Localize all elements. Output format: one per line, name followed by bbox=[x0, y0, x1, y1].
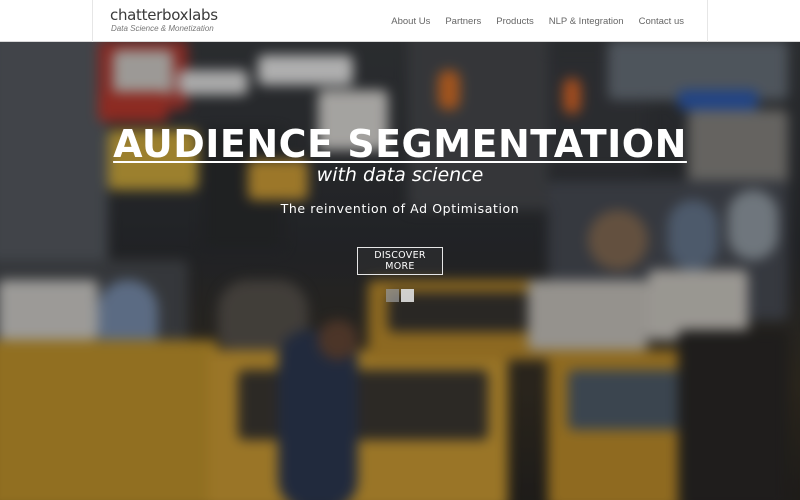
hero-banner: AUDIENCE SEGMENTATION with data science … bbox=[0, 42, 800, 500]
brand-tagline: Data Science & Monetization bbox=[111, 24, 214, 33]
hero-headline: AUDIENCE SEGMENTATION bbox=[113, 122, 687, 166]
nav-nlp-integration[interactable]: NLP & Integration bbox=[549, 16, 624, 27]
brand-name[interactable]: chatterboxlabs bbox=[110, 6, 218, 24]
site-header: chatterboxlabs Data Science & Monetizati… bbox=[0, 0, 800, 42]
discover-more-button[interactable]: DISCOVER MORE bbox=[357, 247, 443, 275]
nav-about-us[interactable]: About Us bbox=[391, 16, 430, 27]
nav-contact-us[interactable]: Contact us bbox=[639, 16, 684, 27]
main-nav: About Us Partners Products NLP & Integra… bbox=[376, 0, 684, 42]
hero-subheadline: with data science bbox=[316, 164, 484, 186]
nav-products[interactable]: Products bbox=[496, 16, 534, 27]
hero-tagline: The reinvention of Ad Optimisation bbox=[280, 201, 520, 216]
hero-content: AUDIENCE SEGMENTATION with data science … bbox=[0, 42, 800, 500]
slider-pagination bbox=[386, 289, 414, 302]
slider-dot-2[interactable] bbox=[401, 289, 414, 302]
slider-dot-1[interactable] bbox=[386, 289, 399, 302]
header-divider-right bbox=[707, 0, 708, 42]
brand-logo[interactable]: chatterboxlabs Data Science & Monetizati… bbox=[110, 6, 218, 34]
header-divider-left bbox=[92, 0, 93, 42]
nav-partners[interactable]: Partners bbox=[445, 16, 481, 27]
